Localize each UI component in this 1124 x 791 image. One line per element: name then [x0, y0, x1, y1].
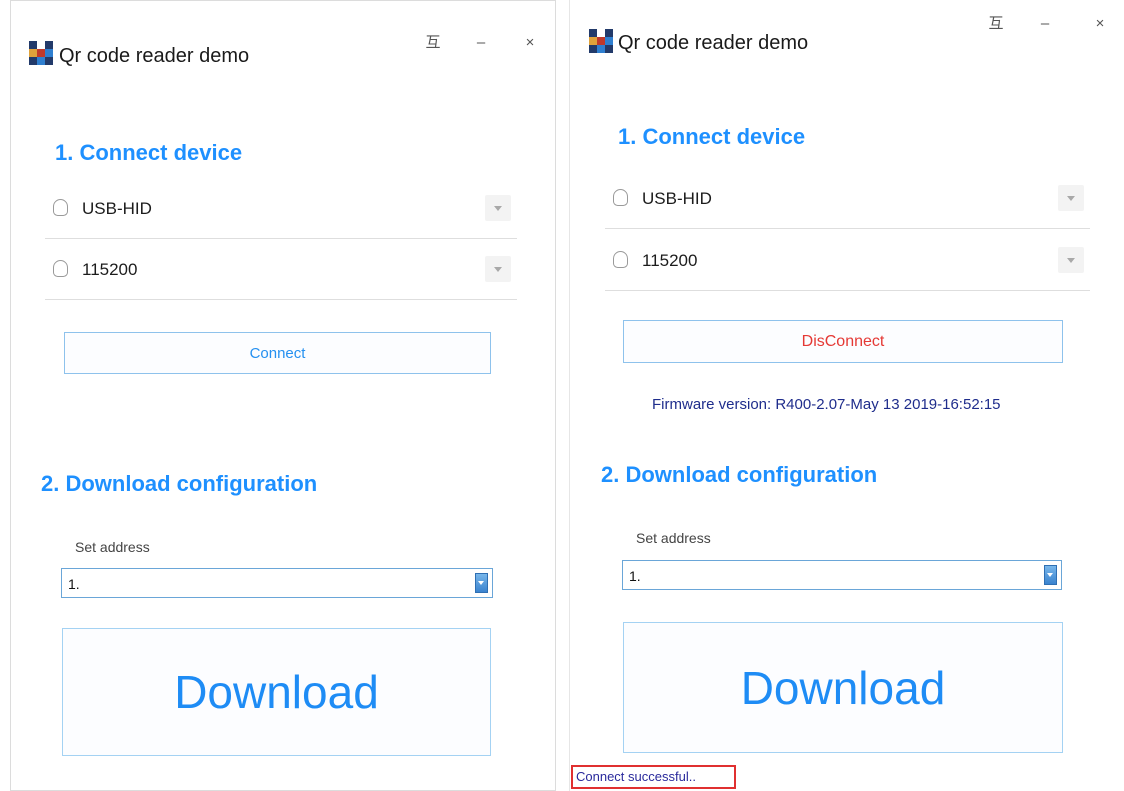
bell-icon [53, 199, 68, 216]
chevron-down-icon[interactable] [485, 195, 511, 221]
address-select[interactable]: 1. [61, 568, 493, 598]
status-message: Connect successful.. [571, 765, 736, 789]
device-type-select[interactable]: USB-HID [605, 171, 1090, 229]
close-button[interactable]: × [519, 32, 541, 54]
close-button[interactable]: × [1089, 13, 1111, 35]
download-button[interactable]: Download [62, 628, 491, 756]
set-address-label: Set address [636, 530, 711, 546]
app-window-disconnected: Qr code reader demo 互 – × 1. Connect dev… [10, 0, 556, 791]
device-type-value: USB-HID [82, 199, 152, 218]
bell-icon [613, 251, 628, 268]
app-window-connected: Qr code reader demo 互 – × 1. Connect dev… [569, 0, 1117, 791]
window-title: Qr code reader demo [618, 32, 809, 54]
download-button[interactable]: Download [623, 622, 1063, 753]
device-type-select[interactable]: USB-HID [45, 181, 517, 239]
set-address-label: Set address [75, 539, 150, 555]
qr-code-icon [589, 29, 613, 53]
pin-icon[interactable]: 互 [422, 32, 444, 54]
download-config-heading: 2. Download configuration [41, 471, 318, 496]
dropdown-arrow-icon[interactable] [475, 573, 488, 593]
address-value: 1. [629, 568, 641, 584]
baud-rate-select[interactable]: 115200 [45, 242, 517, 300]
connect-button[interactable]: Connect [64, 332, 491, 374]
minimize-button[interactable]: – [470, 32, 492, 54]
baud-rate-select[interactable]: 115200 [605, 233, 1090, 291]
qr-code-icon [29, 41, 53, 65]
device-type-value: USB-HID [642, 189, 712, 208]
chevron-down-icon[interactable] [1058, 247, 1084, 273]
address-value: 1. [68, 576, 80, 592]
baud-rate-value: 115200 [642, 251, 698, 270]
baud-rate-value: 115200 [82, 260, 138, 279]
bell-icon [53, 260, 68, 277]
window-title: Qr code reader demo [59, 45, 250, 67]
minimize-button[interactable]: – [1034, 13, 1056, 35]
chevron-down-icon[interactable] [485, 256, 511, 282]
address-select[interactable]: 1. [622, 560, 1062, 590]
connect-device-heading: 1. Connect device [618, 124, 806, 149]
connect-device-heading: 1. Connect device [55, 140, 243, 165]
download-config-heading: 2. Download configuration [601, 462, 878, 487]
chevron-down-icon[interactable] [1058, 185, 1084, 211]
pin-icon[interactable]: 互 [985, 13, 1007, 35]
bell-icon [613, 189, 628, 206]
dropdown-arrow-icon[interactable] [1044, 565, 1057, 585]
title-bar: Qr code reader demo 互 – × [11, 1, 555, 91]
firmware-version-text: Firmware version: R400-2.07-May 13 2019-… [652, 396, 1001, 413]
disconnect-button[interactable]: DisConnect [623, 320, 1063, 363]
title-bar: Qr code reader demo 互 – × [570, 0, 1117, 90]
